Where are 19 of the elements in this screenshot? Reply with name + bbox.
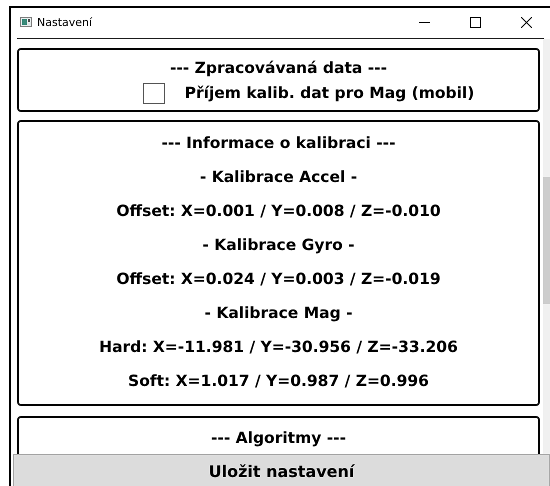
calibration-text: Hard: X=-11.981 / Y=-30.956 / Z=-33.206 xyxy=(99,337,458,358)
app-icon xyxy=(20,17,32,27)
section-heading: --- Zpracovávaná data --- xyxy=(170,58,388,79)
calibration-text: Offset: X=0.001 / Y=0.008 / Z=-0.010 xyxy=(116,201,441,222)
calibration-text: - Kalibrace Gyro - xyxy=(202,235,355,256)
calibration-text: - Kalibrace Accel - xyxy=(200,167,358,188)
calibration-text: Offset: X=0.024 / Y=0.003 / Z=-0.019 xyxy=(116,269,441,290)
maximize-icon[interactable] xyxy=(470,16,481,28)
calibration-text: --- Informace o kalibraci --- xyxy=(161,133,396,154)
calibration-text: Soft: X=1.017 / Y=0.987 / Z=0.996 xyxy=(128,371,429,392)
checkbox[interactable] xyxy=(142,83,165,104)
section-heading: --- Algoritmy --- xyxy=(210,428,346,449)
checkbox-label: Příjem kalib. dat pro Mag (mobil) xyxy=(184,83,474,104)
scrollbar-thumb[interactable] xyxy=(543,177,550,304)
scrollbar[interactable] xyxy=(543,39,550,454)
close-icon[interactable] xyxy=(521,16,532,28)
save-button[interactable]: Uložit nastavení xyxy=(13,454,550,486)
calibration-text: - Kalibrace Mag - xyxy=(204,303,353,324)
window-title: Nastavení xyxy=(37,16,92,28)
